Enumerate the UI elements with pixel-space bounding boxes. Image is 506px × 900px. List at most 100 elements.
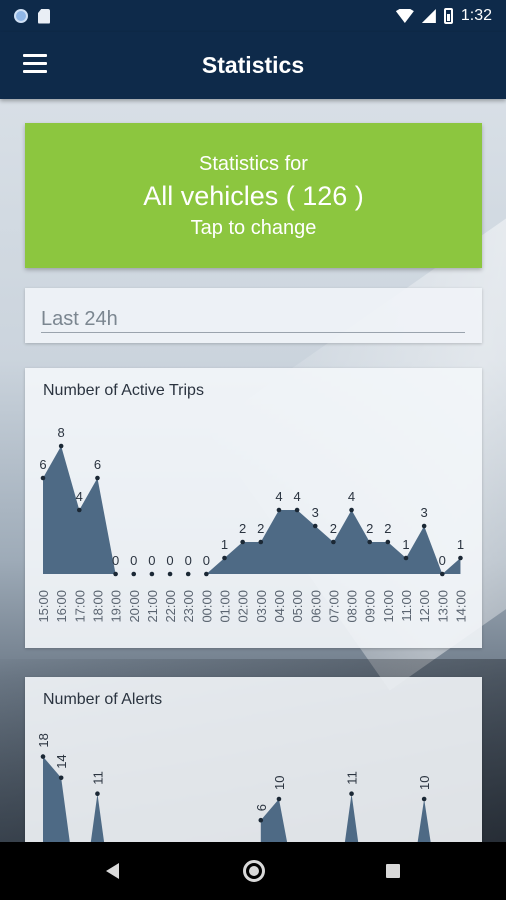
trips-tick-label: 00:00 <box>199 590 214 623</box>
trips-tick-label: 23:00 <box>181 590 196 623</box>
trips-point <box>312 523 318 529</box>
trips-data-label: 0 <box>148 553 155 568</box>
trips-point <box>331 539 336 545</box>
status-time: 1:32 <box>460 7 492 24</box>
trips-data-label: 0 <box>166 553 173 568</box>
trips-point <box>349 507 354 513</box>
trips-point <box>113 571 118 577</box>
trips-point <box>367 539 373 545</box>
alerts-data-label: 6 <box>254 804 269 811</box>
trips-point <box>95 475 100 481</box>
recents-icon[interactable] <box>386 864 400 878</box>
trips-data-label: 0 <box>203 553 210 568</box>
trips-point <box>421 523 427 529</box>
trips-data-label: 2 <box>257 521 264 536</box>
trips-point <box>276 507 282 513</box>
trips-data-label: 2 <box>384 521 391 536</box>
trips-point <box>222 555 227 561</box>
alerts-chart-card: Number of Alerts 18 14 11 6 10 11 10 <box>25 677 482 847</box>
selector-vehicles: All vehicles ( 126 ) <box>143 181 364 211</box>
trips-tick-label: 15:00 <box>36 590 51 623</box>
vehicle-selector-card[interactable]: Statistics for All vehicles ( 126 ) Tap … <box>25 123 482 268</box>
trips-data-label: 3 <box>312 505 319 520</box>
trips-point <box>258 539 264 545</box>
navigation-bar <box>0 842 506 900</box>
alerts-area <box>43 756 432 847</box>
trips-tick-label: 20:00 <box>127 590 142 623</box>
trips-tick-label: 14:00 <box>453 590 468 623</box>
alerts-point <box>58 775 64 781</box>
app-bar: Statistics <box>0 32 506 99</box>
trips-point <box>385 539 391 545</box>
trips-point <box>240 539 245 545</box>
trips-tick-label: 08:00 <box>345 590 360 623</box>
trips-tick-label: 03:00 <box>254 590 269 623</box>
trips-point <box>403 555 409 561</box>
home-icon[interactable] <box>243 860 265 882</box>
trips-tick-label: 01:00 <box>218 590 233 623</box>
trips-tick-label: 22:00 <box>163 590 178 623</box>
trips-tick-label: 19:00 <box>109 590 124 623</box>
alerts-data-label: 14 <box>54 754 69 768</box>
trips-point <box>149 571 155 577</box>
trips-point <box>294 507 300 513</box>
notification-dot-icon <box>14 9 28 23</box>
trips-data-label: 6 <box>94 457 101 472</box>
wifi-icon <box>395 9 414 23</box>
trips-data-label: 1 <box>221 537 228 552</box>
period-field[interactable] <box>41 306 465 333</box>
trips-tick-label: 07:00 <box>326 590 341 623</box>
trips-data-label: 2 <box>366 521 373 536</box>
trips-data-label: 2 <box>330 521 337 536</box>
trips-point <box>440 571 445 577</box>
status-bar: 1:32 <box>0 0 506 32</box>
trips-tick-label: 21:00 <box>145 590 160 623</box>
active-trips-chart: 68460 0 0 0 0 012 24 43242 2130115:00 16:00 17:00 1… <box>36 425 468 623</box>
trips-point <box>77 507 82 513</box>
trips-tick-label: 18:00 <box>90 590 105 623</box>
trips-point <box>204 571 209 577</box>
trips-data-label: 4 <box>76 489 83 504</box>
trips-data-label: 8 <box>58 425 65 440</box>
trips-point <box>167 571 173 577</box>
selector-hint: Tap to change <box>190 217 317 239</box>
alerts-data-label: 10 <box>417 776 432 790</box>
trips-point <box>40 475 46 481</box>
trips-tick-label: 13:00 <box>435 590 450 623</box>
alerts-data-label: 18 <box>36 733 51 747</box>
alerts-point <box>349 791 354 796</box>
trips-tick-label: 17:00 <box>72 590 87 623</box>
trips-data-label: 6 <box>39 457 46 472</box>
trips-area <box>43 446 461 574</box>
alerts-point <box>40 754 46 759</box>
trips-tick-label: 04:00 <box>272 590 287 623</box>
trips-point <box>185 571 191 577</box>
trips-tick-label: 05:00 <box>290 590 305 623</box>
trips-data-label: 4 <box>275 489 282 504</box>
trips-point <box>131 571 137 577</box>
trips-point <box>458 555 463 561</box>
battery-icon <box>443 8 453 24</box>
trips-data-label: 0 <box>185 553 192 568</box>
trips-data-label: 2 <box>239 521 246 536</box>
selector-heading: Statistics for <box>199 153 308 175</box>
trips-data-label: 0 <box>112 553 119 568</box>
trips-data-label: 4 <box>293 489 300 504</box>
active-trips-chart-card: Number of Active Trips 68460000001224432… <box>25 368 482 648</box>
trips-tick-label: 12:00 <box>417 590 432 623</box>
alerts-data-label: 11 <box>345 771 360 785</box>
trips-tick-label: 16:00 <box>54 590 69 623</box>
trips-data-label: 4 <box>348 489 355 504</box>
trips-tick-label: 10:00 <box>381 590 396 623</box>
sd-card-icon <box>38 8 50 24</box>
trips-tick-label: 06:00 <box>308 590 323 623</box>
alerts-data-label: 11 <box>90 771 105 785</box>
page-title: Statistics <box>201 52 305 78</box>
trips-tick-label: 09:00 <box>363 590 378 623</box>
trips-data-label: 1 <box>457 537 464 552</box>
trips-data-label: 3 <box>421 505 428 520</box>
trips-data-label: 0 <box>439 553 446 568</box>
back-icon[interactable] <box>106 863 119 879</box>
trips-data-label: 1 <box>402 537 409 552</box>
trips-data-label: 0 <box>130 553 137 568</box>
